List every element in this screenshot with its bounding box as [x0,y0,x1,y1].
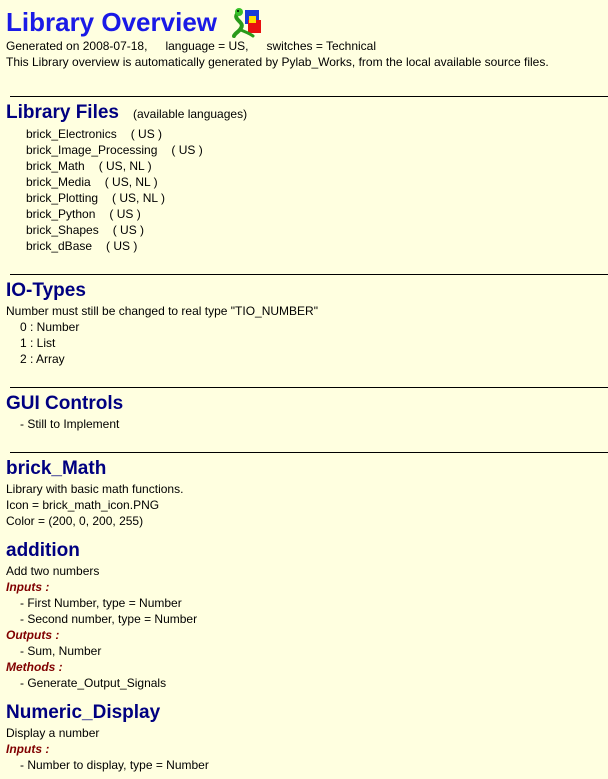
brick-math-description: Library with basic math functions. [6,482,184,496]
library-langs: ( US, NL ) [104,175,158,189]
list-item: - First Number, type = Number [20,596,182,610]
library-langs: ( US ) [106,239,138,253]
section-divider [10,274,608,275]
library-files-heading-text: Library Files [6,102,119,123]
library-files-list: brick_Electronics ( US ) brick_Image_Proc… [6,126,608,254]
brick-math-color: Color = (200, 0, 200, 255) [6,514,144,528]
section-divider [10,96,608,97]
section-divider [10,387,608,388]
list-item: 1 : List [20,336,56,350]
gui-controls-item: - Still to Implement [20,417,120,431]
language-setting: language = US, [165,39,249,53]
library-name: brick_Media [26,175,91,189]
available-languages-note: (available languages) [133,107,248,121]
library-langs: ( US ) [112,223,145,237]
numeric-display-heading: Numeric_Display [6,702,161,723]
list-item: 0 : Number [20,320,80,334]
library-name: brick_Math [26,159,85,173]
switches-setting: switches = Technical [266,39,377,53]
list-item: brick_dBase ( US ) [6,238,608,254]
library-name: brick_Shapes [26,223,99,237]
list-item: - Second number, type = Number [20,612,198,626]
library-langs: ( US ) [109,207,141,221]
io-types-heading: IO-Types [6,280,86,301]
library-name: brick_dBase [26,239,93,253]
library-langs: ( US, NL ) [98,159,152,173]
list-item: brick_Plotting ( US, NL ) [6,190,608,206]
library-langs: ( US ) [171,143,203,157]
list-item: - Number to display, type = Number [20,758,209,772]
list-item: brick_Media ( US, NL ) [6,174,608,190]
addition-outputs-label: Outputs : [6,628,60,642]
generated-date: Generated on 2008-07-18, [6,39,148,53]
list-item: brick_Python ( US ) [6,206,608,222]
numeric-display-description: Display a number [6,726,100,740]
library-name: brick_Plotting [26,191,99,205]
list-item: brick_Math ( US, NL ) [6,158,608,174]
brick-math-heading: brick_Math [6,458,107,479]
list-item: - Sum, Number [20,644,102,658]
numeric-display-inputs-label: Inputs : [6,742,50,756]
list-item: brick_Electronics ( US ) [6,126,608,142]
library-overview-page: Library Overview Generated on 2008-07-18… [0,0,608,773]
library-name: brick_Python [26,207,96,221]
list-item: brick_Shapes ( US ) [6,222,608,238]
library-files-heading: Library Files (available languages) [6,101,608,126]
generation-info: Generated on 2008-07-18, language = US, sw… [6,38,608,54]
addition-inputs-label: Inputs : [6,580,50,594]
list-item: 2 : Array [20,352,65,366]
page-title-text: Library Overview [6,7,217,37]
section-divider [10,452,608,453]
gui-controls-heading: GUI Controls [6,393,124,414]
library-name: brick_Image_Processing [26,143,158,157]
library-langs: ( US ) [130,127,163,141]
library-langs: ( US, NL ) [112,191,165,205]
io-types-note: Number must still be changed to real typ… [6,304,318,318]
page-title: Library Overview [6,6,608,38]
overview-description: This Library overview is automatically g… [6,55,549,69]
library-name: brick_Electronics [26,127,117,141]
python-snake-logo-icon [232,8,261,38]
addition-description: Add two numbers [6,564,100,578]
brick-math-icon: Icon = brick_math_icon.PNG [6,498,160,512]
list-item: - Generate_Output_Signals [20,676,167,690]
addition-methods-label: Methods : [6,660,63,674]
addition-heading: addition [6,540,80,561]
list-item: brick_Image_Processing ( US ) [6,142,608,158]
